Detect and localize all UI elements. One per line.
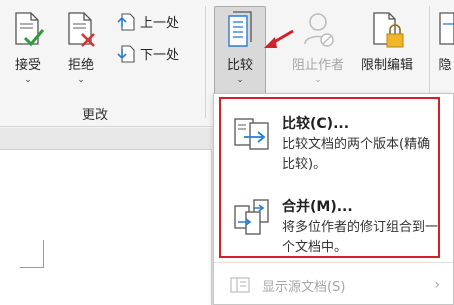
annotation-highlight-box	[219, 97, 440, 258]
compare-label: 比较	[226, 58, 253, 73]
accept-label: 接受	[14, 58, 41, 73]
page-margin-mark	[20, 240, 44, 268]
previous-change-icon	[116, 12, 136, 31]
chevron-down-icon: ⌄	[236, 75, 244, 85]
next-change-icon	[116, 44, 136, 63]
hide-ink-button[interactable]: 隐	[436, 10, 454, 73]
restrict-editing-label: 限制编辑	[360, 58, 413, 73]
chevron-right-icon: ›	[434, 277, 440, 293]
block-authors-label: 阻止作者	[291, 58, 344, 73]
reject-button[interactable]: 拒绝 ⌄	[63, 10, 99, 85]
reject-icon	[64, 10, 98, 50]
next-change-button[interactable]: 下一处	[116, 44, 179, 63]
chevron-down-icon: ⌄	[77, 75, 85, 85]
changes-group-label: 更改	[82, 108, 109, 123]
restrict-editing-button[interactable]: 限制编辑	[355, 10, 419, 73]
group-divider	[205, 6, 206, 118]
next-change-label: 下一处	[140, 48, 180, 63]
accept-icon	[11, 10, 45, 50]
show-source-documents-item[interactable]: 显示源文档(S) ›	[222, 273, 450, 297]
show-source-label: 显示源文档(S)	[262, 279, 346, 295]
reject-label: 拒绝	[67, 58, 94, 73]
previous-change-label: 上一处	[140, 16, 180, 31]
show-source-icon	[230, 276, 250, 294]
compare-button-content[interactable]: 比较 ⌄	[215, 10, 265, 85]
menu-divider	[214, 262, 453, 263]
restrict-editing-icon	[370, 10, 404, 50]
chevron-down-icon: ⌄	[24, 75, 32, 85]
document-page[interactable]	[0, 149, 212, 305]
block-authors-icon	[301, 10, 335, 50]
compare-icon	[223, 10, 257, 50]
block-authors-button[interactable]: 阻止作者 ⌄	[286, 10, 350, 85]
accept-button[interactable]: 接受 ⌄	[10, 10, 46, 85]
hide-ink-icon	[436, 10, 454, 50]
chevron-down-icon: ⌄	[314, 75, 322, 85]
hide-ink-label: 隐	[438, 58, 452, 73]
previous-change-button[interactable]: 上一处	[116, 12, 179, 31]
